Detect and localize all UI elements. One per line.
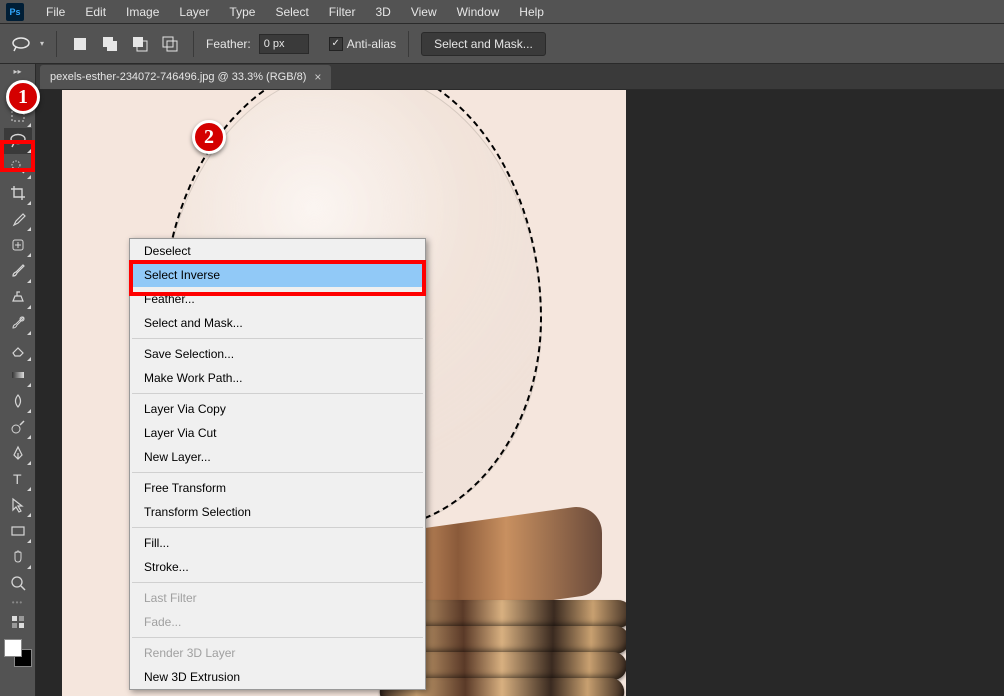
menu-layer[interactable]: Layer <box>169 1 219 23</box>
cm-fill[interactable]: Fill... <box>130 531 425 555</box>
tools-panel: ▸▸ T ••• <box>0 64 36 696</box>
history-brush-tool-icon[interactable] <box>4 310 32 336</box>
menu-filter[interactable]: Filter <box>319 1 366 23</box>
photoshop-app-icon: Ps <box>6 3 24 21</box>
annotation-callout-2: 2 <box>192 120 226 154</box>
menu-edit[interactable]: Edit <box>75 1 116 23</box>
checkbox-icon: ✓ <box>329 37 343 51</box>
pen-tool-icon[interactable] <box>4 440 32 466</box>
hand-tool-icon[interactable] <box>4 544 32 570</box>
menu-help[interactable]: Help <box>509 1 554 23</box>
cm-free-transform[interactable]: Free Transform <box>130 476 425 500</box>
eraser-tool-icon[interactable] <box>4 336 32 362</box>
cm-separator <box>132 637 423 638</box>
foreground-color-swatch[interactable] <box>4 639 22 657</box>
cm-deselect[interactable]: Deselect <box>130 239 425 263</box>
menu-3d[interactable]: 3D <box>365 1 400 23</box>
zoom-tool-icon[interactable] <box>4 570 32 596</box>
cm-separator <box>132 472 423 473</box>
annotation-callout-1: 1 <box>6 80 40 114</box>
path-selection-tool-icon[interactable] <box>4 492 32 518</box>
anti-alias-checkbox[interactable]: ✓ Anti-alias <box>329 37 396 51</box>
clone-stamp-tool-icon[interactable] <box>4 284 32 310</box>
rectangle-tool-icon[interactable] <box>4 518 32 544</box>
menu-image[interactable]: Image <box>116 1 169 23</box>
cm-separator <box>132 527 423 528</box>
cm-separator <box>132 393 423 394</box>
menu-type[interactable]: Type <box>219 1 265 23</box>
gradient-tool-icon[interactable] <box>4 362 32 388</box>
cm-select-and-mask[interactable]: Select and Mask... <box>130 311 425 335</box>
cm-separator <box>132 338 423 339</box>
close-tab-icon[interactable]: × <box>314 70 321 84</box>
selection-add-icon[interactable] <box>99 33 121 55</box>
type-tool-icon[interactable]: T <box>4 466 32 492</box>
document-tab-bar: pexels-esther-234072-746496.jpg @ 33.3% … <box>36 64 1004 90</box>
eyedropper-tool-icon[interactable] <box>4 206 32 232</box>
document-area: pexels-esther-234072-746496.jpg @ 33.3% … <box>36 64 1004 696</box>
anti-alias-label: Anti-alias <box>347 37 396 51</box>
document-tab-title: pexels-esther-234072-746496.jpg @ 33.3% … <box>50 71 306 83</box>
menu-bar: Ps File Edit Image Layer Type Select Fil… <box>0 0 1004 24</box>
selection-intersect-icon[interactable] <box>159 33 181 55</box>
cm-new-3d-extrusion[interactable]: New 3D Extrusion <box>130 665 425 689</box>
cm-layer-via-copy[interactable]: Layer Via Copy <box>130 397 425 421</box>
options-bar: ▾ Feather: ✓ Anti-alias Select and Mask.… <box>0 24 1004 64</box>
document-tab[interactable]: pexels-esther-234072-746496.jpg @ 33.3% … <box>40 65 331 89</box>
cm-stroke[interactable]: Stroke... <box>130 555 425 579</box>
cm-save-selection[interactable]: Save Selection... <box>130 342 425 366</box>
cm-feather[interactable]: Feather... <box>130 287 425 311</box>
select-and-mask-button[interactable]: Select and Mask... <box>421 32 546 56</box>
crop-tool-icon[interactable] <box>4 180 32 206</box>
cm-last-filter: Last Filter <box>130 586 425 610</box>
healing-brush-tool-icon[interactable] <box>4 232 32 258</box>
cm-new-layer[interactable]: New Layer... <box>130 445 425 469</box>
menu-window[interactable]: Window <box>447 1 510 23</box>
context-menu: Deselect Select Inverse Feather... Selec… <box>129 238 426 690</box>
toolbar-separator: ••• <box>12 598 23 607</box>
canvas-viewport[interactable]: Deselect Select Inverse Feather... Selec… <box>36 90 1004 696</box>
cm-make-work-path[interactable]: Make Work Path... <box>130 366 425 390</box>
selection-subtract-icon[interactable] <box>129 33 151 55</box>
brush-tool-icon[interactable] <box>4 258 32 284</box>
dodge-tool-icon[interactable] <box>4 414 32 440</box>
menu-select[interactable]: Select <box>265 1 318 23</box>
blur-tool-icon[interactable] <box>4 388 32 414</box>
cm-transform-selection[interactable]: Transform Selection <box>130 500 425 524</box>
menu-view[interactable]: View <box>401 1 447 23</box>
current-tool-lasso-icon[interactable] <box>10 33 32 55</box>
edit-toolbar-icon[interactable] <box>4 609 32 635</box>
cm-layer-via-cut[interactable]: Layer Via Cut <box>130 421 425 445</box>
cm-render-3d-layer: Render 3D Layer <box>130 641 425 665</box>
cm-fade: Fade... <box>130 610 425 634</box>
feather-label: Feather: <box>206 37 251 51</box>
cm-select-inverse[interactable]: Select Inverse <box>130 263 425 287</box>
quick-selection-tool-icon[interactable] <box>4 154 32 180</box>
cm-separator <box>132 582 423 583</box>
selection-new-icon[interactable] <box>69 33 91 55</box>
svg-text:T: T <box>13 471 22 487</box>
menu-file[interactable]: File <box>36 1 75 23</box>
feather-input[interactable] <box>259 34 309 54</box>
collapse-toolbar-icon[interactable]: ▸▸ <box>2 66 34 76</box>
foreground-background-colors[interactable] <box>4 639 32 667</box>
lasso-tool-icon[interactable] <box>4 128 32 154</box>
